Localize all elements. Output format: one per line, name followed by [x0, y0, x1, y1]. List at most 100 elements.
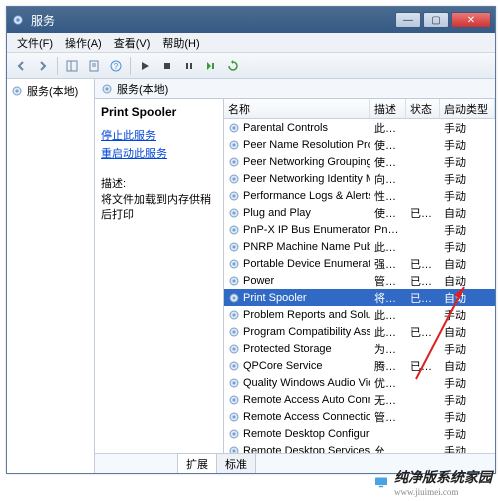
service-row[interactable]: Remote Access Auto Conne...无论...手动	[224, 391, 495, 408]
cell-status: 已启动	[406, 324, 440, 340]
cell-startup: 自动	[440, 358, 495, 374]
menu-help[interactable]: 帮助(H)	[156, 35, 205, 51]
cell-startup: 手动	[440, 375, 495, 391]
export-list-button[interactable]	[84, 56, 104, 76]
service-list-body[interactable]: Parental Controls此服...手动Peer Name Resolu…	[224, 119, 495, 453]
service-row[interactable]: Remote Desktop Services允许...手动	[224, 442, 495, 453]
service-row[interactable]: Print Spooler将文...已启动自动	[224, 289, 495, 306]
cell-startup: 手动	[440, 222, 495, 238]
cell-desc: PnP-...	[370, 224, 406, 236]
cell-name: Peer Networking Identity M...	[224, 173, 370, 185]
services-header-icon	[101, 83, 113, 95]
col-header-desc[interactable]: 描述	[370, 99, 406, 118]
service-row-icon	[228, 292, 240, 304]
stop-service-link[interactable]: 停止此服务	[101, 127, 217, 143]
right-pane-header-label: 服务(本地)	[117, 81, 168, 97]
service-row-icon	[228, 411, 240, 423]
service-row[interactable]: Power管理...已启动自动	[224, 272, 495, 289]
cell-desc: 此服...	[370, 120, 406, 136]
cell-name: Performance Logs & Alerts	[224, 190, 370, 202]
service-row-icon	[228, 326, 240, 338]
window-title: 服务	[31, 12, 395, 29]
service-row[interactable]: Problem Reports and Soluti...此服...手动	[224, 306, 495, 323]
restart-service-link[interactable]: 重启动此服务	[101, 145, 217, 161]
col-header-name[interactable]: 名称	[224, 99, 370, 118]
services-window: 服务 — ▢ ✕ 文件(F) 操作(A) 查看(V) 帮助(H) ? 服务(本地…	[6, 6, 496, 474]
service-row-icon	[228, 343, 240, 355]
cell-name: QPCore Service	[224, 360, 370, 372]
titlebar[interactable]: 服务 — ▢ ✕	[7, 7, 495, 33]
service-row-icon	[228, 207, 240, 219]
cell-startup: 手动	[440, 443, 495, 454]
cell-desc: 为敏...	[370, 341, 406, 357]
cell-name: Remote Desktop Services	[224, 445, 370, 454]
service-row-icon	[228, 445, 240, 454]
right-pane-body: Print Spooler 停止此服务 重启动此服务 描述: 将文件加载到内存供…	[95, 99, 495, 453]
menu-file[interactable]: 文件(F)	[11, 35, 59, 51]
service-row[interactable]: PnP-X IP Bus EnumeratorPnP-... 手动	[224, 221, 495, 238]
service-row[interactable]: Protected Storage为敏...手动	[224, 340, 495, 357]
cell-desc: 管理...	[370, 409, 406, 425]
service-row[interactable]: Remote Access Connection ...管理...手动	[224, 408, 495, 425]
menu-view[interactable]: 查看(V)	[108, 35, 157, 51]
tree-root-services-local[interactable]: 服务(本地)	[7, 79, 94, 103]
cell-name: Plug and Play	[224, 207, 370, 219]
close-button[interactable]: ✕	[451, 12, 491, 28]
show-hide-tree-button[interactable]	[62, 56, 82, 76]
minimize-button[interactable]: —	[395, 12, 421, 28]
watermark-url: www.jiuimei.com	[394, 487, 492, 497]
service-row[interactable]: Program Compatibility Assis...此服...已启动自动	[224, 323, 495, 340]
start-service-button[interactable]	[135, 56, 155, 76]
restart-service-button[interactable]	[201, 56, 221, 76]
cell-name: PnP-X IP Bus Enumerator	[224, 224, 370, 236]
forward-button[interactable]	[33, 56, 53, 76]
cell-desc: 使用...	[370, 137, 406, 153]
service-row-icon	[228, 360, 240, 372]
service-row[interactable]: Quality Windows Audio Vide...优质...手动	[224, 374, 495, 391]
tab-standard[interactable]: 标准	[216, 453, 256, 473]
cell-name: Peer Networking Grouping	[224, 156, 370, 168]
service-row[interactable]: Peer Name Resolution Proto...使用...手动	[224, 136, 495, 153]
cell-desc: 管理...	[370, 273, 406, 289]
main-body: 服务(本地) 服务(本地) Print Spooler 停止此服务 重启动此服务…	[7, 79, 495, 473]
service-row[interactable]: Remote Desktop Configurat...手动	[224, 425, 495, 442]
refresh-button[interactable]	[223, 56, 243, 76]
cell-name: Print Spooler	[224, 292, 370, 304]
cell-name: Remote Access Auto Conne...	[224, 394, 370, 406]
cell-desc: 强制...	[370, 256, 406, 272]
help-button[interactable]: ?	[106, 56, 126, 76]
tree-root-label: 服务(本地)	[27, 83, 78, 99]
cell-name: Protected Storage	[224, 343, 370, 355]
service-row[interactable]: QPCore Service腾讯...已启动自动	[224, 357, 495, 374]
service-row[interactable]: PNRP Machine Name Public...此服...手动	[224, 238, 495, 255]
cell-startup: 自动	[440, 324, 495, 340]
service-row[interactable]: Peer Networking Grouping使用...手动	[224, 153, 495, 170]
cell-startup: 手动	[440, 137, 495, 153]
service-row[interactable]: Parental Controls此服...手动	[224, 119, 495, 136]
service-row[interactable]: Plug and Play使计...已启动自动	[224, 204, 495, 221]
service-row[interactable]: Portable Device Enumerator...强制...已启动自动	[224, 255, 495, 272]
col-header-startup[interactable]: 启动类型	[440, 99, 495, 118]
left-tree-pane[interactable]: 服务(本地)	[7, 79, 95, 473]
cell-startup: 手动	[440, 120, 495, 136]
detail-desc-label: 描述:	[101, 175, 217, 191]
service-row-icon	[228, 309, 240, 321]
service-row-icon	[228, 122, 240, 134]
stop-service-button[interactable]	[157, 56, 177, 76]
service-list-pane: 名称 描述 状态 启动类型 Parental Controls此服...手动Pe…	[223, 99, 495, 453]
maximize-button[interactable]: ▢	[423, 12, 449, 28]
back-button[interactable]	[11, 56, 31, 76]
service-row[interactable]: Performance Logs & Alerts性能...手动	[224, 187, 495, 204]
col-header-status[interactable]: 状态	[406, 99, 440, 118]
service-row-icon	[228, 156, 240, 168]
menu-action[interactable]: 操作(A)	[59, 35, 108, 51]
service-row[interactable]: Peer Networking Identity M...向对...手动	[224, 170, 495, 187]
service-row-icon	[228, 190, 240, 202]
services-app-icon	[11, 13, 25, 27]
cell-name: Remote Access Connection ...	[224, 411, 370, 423]
pause-service-button[interactable]	[179, 56, 199, 76]
tab-extended[interactable]: 扩展	[177, 453, 217, 473]
cell-desc: 将文...	[370, 290, 406, 306]
cell-desc: 优质...	[370, 375, 406, 391]
right-pane: 服务(本地) Print Spooler 停止此服务 重启动此服务 描述: 将文…	[95, 79, 495, 473]
